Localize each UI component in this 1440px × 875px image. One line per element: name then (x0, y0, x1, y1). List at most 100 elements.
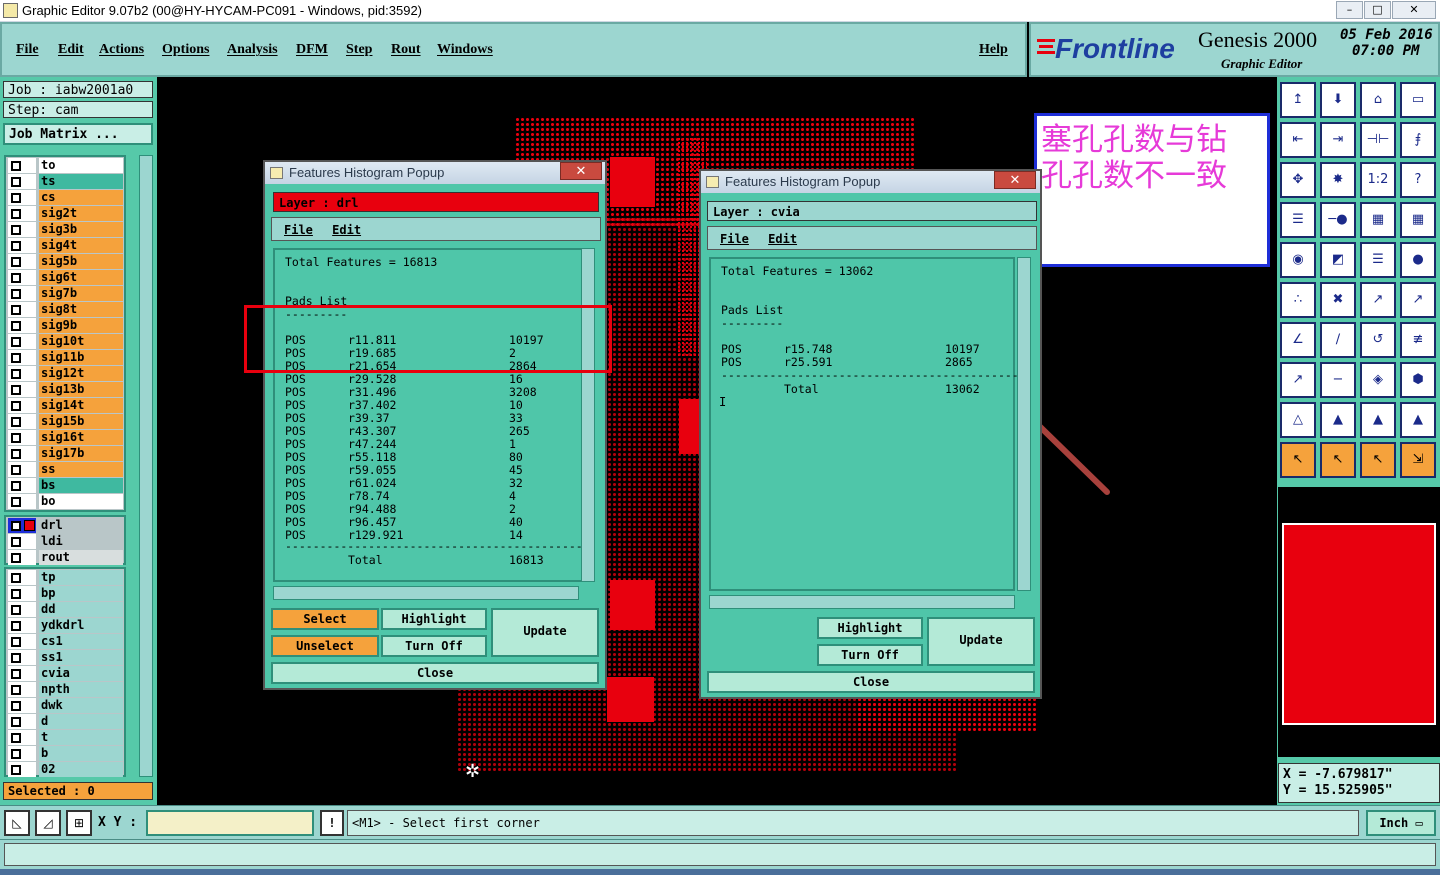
tool-icon[interactable]: ▲ (1320, 402, 1356, 438)
tool-icon[interactable]: ◉ (1280, 242, 1316, 278)
layer-row-npth[interactable]: npth (8, 682, 124, 697)
layer-name[interactable]: dwk (39, 698, 123, 713)
popup-menu-edit[interactable]: Edit (768, 232, 797, 246)
layer-name[interactable]: sig2t (39, 206, 123, 221)
popup-hscrollbar[interactable] (709, 595, 1015, 609)
highlight-button[interactable]: Highlight (817, 617, 923, 639)
layer-row-bs[interactable]: bs (8, 478, 124, 493)
tool-icon[interactable]: ↗ (1400, 282, 1436, 318)
layer-checkbox[interactable] (11, 685, 21, 695)
tool-icon[interactable]: − (1320, 362, 1356, 398)
layer-row-ts[interactable]: ts (8, 174, 124, 189)
layer-checkbox[interactable] (11, 717, 21, 727)
layer-row-02[interactable]: 02 (8, 762, 124, 777)
layer-checkbox[interactable] (11, 385, 21, 395)
layer-row-dd[interactable]: dd (8, 602, 124, 617)
tool-icon[interactable]: ↗ (1360, 282, 1396, 318)
layer-row-dwk[interactable]: dwk (8, 698, 124, 713)
layer-name[interactable]: sig9b (39, 318, 123, 333)
menu-help[interactable]: Help (979, 42, 1008, 58)
tool-icon[interactable]: ◩ (1320, 242, 1356, 278)
layer-checkbox[interactable] (11, 321, 21, 331)
update-button[interactable]: Update (491, 608, 599, 657)
layer-checkbox[interactable] (11, 401, 21, 411)
menu-options[interactable]: Options (162, 42, 209, 58)
layer-name[interactable]: ss (39, 462, 123, 477)
layer-name[interactable]: sig6t (39, 270, 123, 285)
layer-checkbox[interactable] (11, 337, 21, 347)
layer-checkbox[interactable] (11, 497, 21, 507)
tool-icon[interactable]: ▦ (1400, 202, 1436, 238)
layer-name[interactable]: dd (39, 602, 123, 617)
layer-name[interactable]: sig15b (39, 414, 123, 429)
layer-name[interactable]: d (39, 714, 123, 729)
layer-checkbox[interactable] (11, 449, 21, 459)
layer-checkbox[interactable] (11, 701, 21, 711)
tool-icon[interactable]: ? (1400, 162, 1436, 198)
layer-checkbox[interactable] (11, 353, 21, 363)
popup-hscrollbar[interactable] (273, 586, 579, 600)
tool-icon[interactable]: ⌂ (1360, 82, 1396, 118)
layer-checkbox[interactable] (11, 417, 21, 427)
job-matrix-button[interactable]: Job Matrix ... (3, 123, 153, 145)
select-button[interactable]: Select (271, 608, 379, 630)
layer-name[interactable]: cs1 (39, 634, 123, 649)
layer-row-sig6t[interactable]: sig6t (8, 270, 124, 285)
layer-name[interactable]: sig8t (39, 302, 123, 317)
snap-icon[interactable]: ⊞ (66, 810, 92, 836)
tool-icon[interactable]: △ (1280, 402, 1316, 438)
layer-name[interactable]: sig13b (39, 382, 123, 397)
tool-icon[interactable]: ↗ (1280, 362, 1316, 398)
layer-row-sig10t[interactable]: sig10t (8, 334, 124, 349)
layer-checkbox[interactable] (11, 733, 21, 743)
layer-row-sig2t[interactable]: sig2t (8, 206, 124, 221)
tool-icon[interactable]: ⬇ (1320, 82, 1356, 118)
layer-row-sig12t[interactable]: sig12t (8, 366, 124, 381)
layer-checkbox[interactable] (11, 521, 21, 531)
layer-scrollbar[interactable] (139, 155, 153, 777)
layer-name[interactable]: sig16t (39, 430, 123, 445)
tool-icon[interactable]: ◈ (1360, 362, 1396, 398)
maximize-button[interactable]: □ (1364, 1, 1391, 19)
tool-icon[interactable]: ● (1400, 242, 1436, 278)
layer-checkbox[interactable] (11, 765, 21, 775)
menu-file[interactable]: File (16, 42, 39, 58)
layer-name[interactable]: sig3b (39, 222, 123, 237)
layer-name[interactable]: t (39, 730, 123, 745)
popup-menu-file[interactable]: File (720, 232, 749, 246)
layer-checkbox[interactable] (11, 305, 21, 315)
layer-checkbox[interactable] (11, 669, 21, 679)
popup-menu-file[interactable]: File (284, 223, 313, 237)
popup-menu-edit[interactable]: Edit (332, 223, 361, 237)
tool-icon[interactable]: ☰ (1280, 202, 1316, 238)
layer-checkbox[interactable] (11, 257, 21, 267)
layer-checkbox[interactable] (11, 605, 21, 615)
layer-checkbox[interactable] (11, 553, 21, 563)
menu-actions[interactable]: Actions (99, 42, 144, 58)
tool-icon[interactable]: ⇲ (1400, 442, 1436, 478)
layer-name[interactable]: sig12t (39, 366, 123, 381)
tool-icon[interactable]: ▲ (1360, 402, 1396, 438)
menu-edit[interactable]: Edit (58, 42, 84, 58)
layer-name[interactable]: ss1 (39, 650, 123, 665)
layer-checkbox[interactable] (11, 209, 21, 219)
tool-icon[interactable]: ↖ (1360, 442, 1396, 478)
layer-name[interactable]: bp (39, 586, 123, 601)
popup-close-button[interactable]: ✕ (994, 171, 1036, 189)
update-button[interactable]: Update (927, 617, 1035, 666)
tool-icon[interactable]: ↖ (1320, 442, 1356, 478)
layer-name[interactable]: sig11b (39, 350, 123, 365)
layer-row-t[interactable]: t (8, 730, 124, 745)
layer-checkbox[interactable] (11, 573, 21, 583)
layer-name[interactable]: sig7b (39, 286, 123, 301)
layer-row-sig7b[interactable]: sig7b (8, 286, 124, 301)
layer-row-cvia[interactable]: cvia (8, 666, 124, 681)
menu-step[interactable]: Step (346, 42, 372, 58)
layer-name[interactable]: ldi (39, 534, 123, 549)
layer-row-b[interactable]: b (8, 746, 124, 761)
tool-icon[interactable]: ─● (1320, 202, 1356, 238)
tool-icon[interactable]: ↺ (1360, 322, 1396, 358)
tool-icon[interactable]: ↖ (1280, 442, 1316, 478)
layer-row-ldi[interactable]: ldi (8, 534, 124, 549)
layer-row-sig14t[interactable]: sig14t (8, 398, 124, 413)
